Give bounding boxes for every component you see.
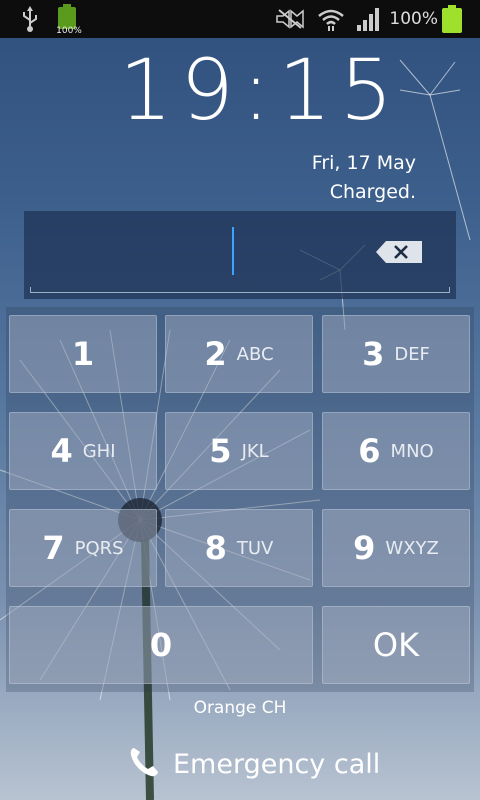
- ok-label: OK: [372, 626, 420, 664]
- carrier-name: Orange CH: [193, 698, 287, 718]
- key-digit: 6: [358, 432, 381, 470]
- key-5[interactable]: 5 JKL: [165, 412, 313, 490]
- key-letters: JKL: [241, 440, 269, 462]
- charging-status: Charged.: [329, 181, 416, 203]
- emergency-call-button[interactable]: Emergency call: [127, 745, 380, 783]
- emergency-call-label: Emergency call: [173, 748, 381, 780]
- key-letters: TUV: [236, 537, 274, 559]
- key-4[interactable]: 4 GHI: [9, 412, 157, 490]
- key-1[interactable]: 1: [9, 315, 157, 393]
- backspace-icon[interactable]: [376, 241, 422, 263]
- battery-percent: 100%: [389, 9, 438, 29]
- pin-keypad: 1 2 ABC 3 DEF 4 GHI 5 JKL 6 MNO 7 PQRS 8…: [6, 307, 474, 692]
- key-digit: 7: [42, 529, 65, 567]
- status-bar: 100% 100%: [0, 0, 480, 38]
- key-letters: GHI: [82, 440, 116, 462]
- small-battery-percent: 100%: [56, 26, 82, 36]
- battery-charging-icon: 100%: [54, 3, 82, 36]
- key-0[interactable]: 0: [9, 606, 313, 684]
- key-8[interactable]: 8 TUV: [165, 509, 313, 587]
- key-letters: DEF: [394, 343, 430, 365]
- usb-icon: [20, 6, 40, 32]
- key-9[interactable]: 9 WXYZ: [322, 509, 470, 587]
- key-letters: ABC: [236, 343, 274, 365]
- lockscreen-date: Fri, 17 May: [311, 152, 416, 174]
- key-digit: 0: [149, 626, 173, 664]
- key-digit: 4: [50, 432, 73, 470]
- battery-icon: [442, 5, 462, 33]
- mute-icon: [275, 8, 305, 30]
- key-digit: 3: [362, 335, 385, 373]
- key-letters: WXYZ: [385, 537, 439, 559]
- key-letters: PQRS: [74, 537, 124, 559]
- key-digit: 2: [204, 335, 227, 373]
- key-digit: 8: [204, 529, 227, 567]
- text-cursor: [232, 227, 234, 275]
- pin-entry-field[interactable]: [24, 211, 456, 299]
- key-digit: 5: [209, 432, 232, 470]
- signal-icon: [355, 6, 383, 32]
- ok-button[interactable]: OK: [322, 606, 470, 684]
- wifi-icon: [317, 6, 345, 32]
- pin-underline: [30, 287, 450, 293]
- key-6[interactable]: 6 MNO: [322, 412, 470, 490]
- lockscreen-clock: 19:15: [118, 41, 402, 139]
- key-letters: MNO: [390, 440, 434, 462]
- key-2[interactable]: 2 ABC: [165, 315, 313, 393]
- phone-icon: [127, 745, 161, 783]
- key-3[interactable]: 3 DEF: [322, 315, 470, 393]
- key-digit: 9: [353, 529, 376, 567]
- key-digit: 1: [71, 335, 95, 373]
- key-7[interactable]: 7 PQRS: [9, 509, 157, 587]
